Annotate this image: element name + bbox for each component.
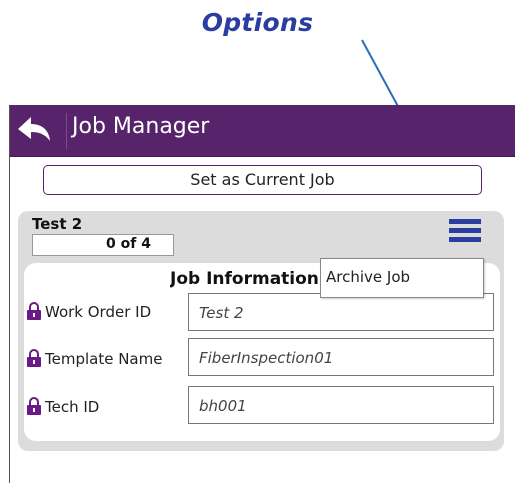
title-separator: [66, 113, 67, 149]
tech-id-label-text: Tech ID: [45, 398, 100, 416]
lock-icon: [27, 397, 41, 415]
set-as-current-job-button[interactable]: Set as Current Job: [43, 165, 482, 195]
options-menu: Archive Job: [320, 258, 484, 298]
tech-id-field[interactable]: bh001: [188, 386, 494, 424]
lock-icon: [27, 302, 41, 320]
template-name-field[interactable]: FiberInspection01: [188, 338, 494, 376]
options-annotation-label: Options: [201, 8, 314, 37]
app-window: Job Manager Set as Current Job Test 2 0 …: [9, 105, 515, 483]
back-arrow-icon: [18, 117, 50, 141]
lock-icon: [27, 349, 41, 367]
job-progress: 0 of 4: [32, 234, 174, 256]
window-title: Job Manager: [72, 114, 210, 139]
template-name-label: Template Name: [26, 349, 162, 368]
work-order-id-field[interactable]: Test 2: [188, 293, 494, 331]
tech-id-label: Tech ID: [26, 397, 99, 416]
title-bar: Job Manager: [10, 105, 515, 157]
hamburger-menu-icon[interactable]: [449, 219, 481, 249]
job-information-title: Job Information: [170, 269, 319, 289]
job-name: Test 2: [32, 215, 83, 233]
archive-job-menu-item[interactable]: Archive Job: [326, 268, 410, 286]
work-order-id-label-text: Work Order ID: [45, 303, 152, 321]
job-progress-text: 0 of 4: [106, 236, 151, 252]
work-order-id-label: Work Order ID: [26, 302, 151, 321]
back-button[interactable]: [12, 111, 62, 151]
template-name-label-text: Template Name: [45, 350, 163, 368]
